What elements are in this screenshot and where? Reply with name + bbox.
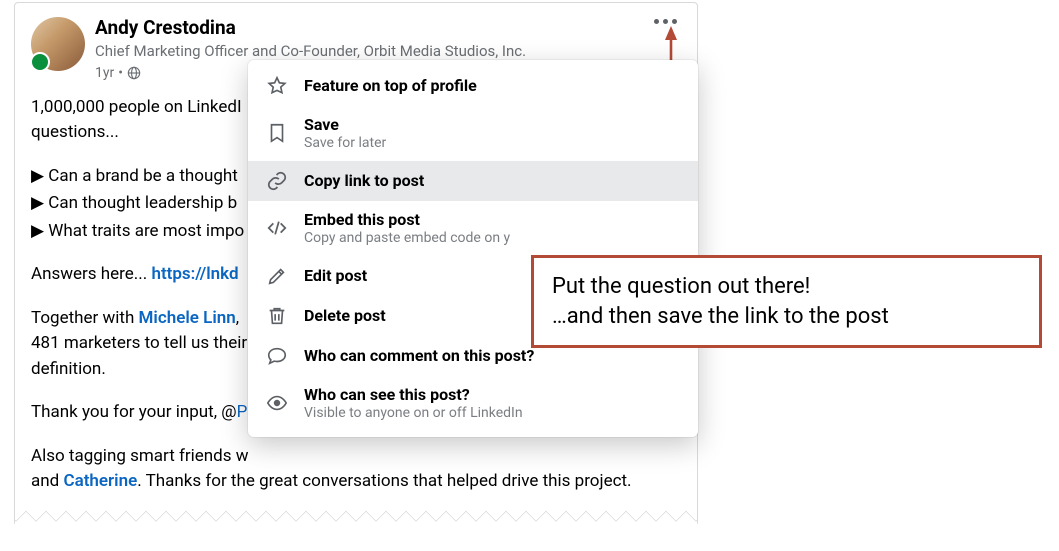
meta-sep: • [118,65,123,81]
body-text: Together with [31,308,139,328]
menu-save[interactable]: SaveSave for later [248,106,698,161]
body-text: . Thanks for the great conversations tha… [137,471,631,491]
body-text: and [31,471,63,491]
more-options-button[interactable] [648,13,683,30]
answers-link[interactable]: https://lnkd [151,264,238,284]
menu-who-see[interactable]: Who can see this post?Visible to anyone … [248,376,698,431]
author-name[interactable]: Andy Crestodina [95,17,681,40]
comment-icon [264,345,290,367]
menu-embed[interactable]: Embed this postCopy and paste embed code… [248,201,698,256]
post-age: 1yr [95,65,114,81]
pencil-icon [264,265,290,287]
body-text: questions... [31,122,119,142]
body-text: Answers here... [31,264,151,284]
trash-icon [264,305,290,327]
author-headline: Chief Marketing Officer and Co-Founder, … [95,42,681,61]
star-icon [264,75,290,97]
body-text: , [236,308,239,328]
body-text: Also tagging smart friends w [31,446,249,466]
body-text: 1,000,000 people on LinkedI [31,97,242,117]
eye-icon [264,392,290,414]
mention-link[interactable]: Catherine [63,471,137,491]
code-icon [264,217,290,239]
mention-link[interactable]: P [237,402,248,422]
body-text: Thank you for your input, @ [31,402,237,422]
link-icon [264,170,290,192]
callout-line2: …and then save the link to the post [552,302,1021,332]
avatar[interactable] [31,17,85,71]
mention-link[interactable]: Michele Linn [139,308,236,328]
annotation-callout: Put the question out there! …and then sa… [531,255,1042,348]
menu-copy-link[interactable]: Copy link to post [248,161,698,201]
callout-line1: Put the question out there! [552,272,1021,302]
bookmark-icon [264,122,290,144]
body-text: definition. [31,359,106,379]
globe-icon [127,66,141,80]
menu-feature[interactable]: Feature on top of profile [248,66,698,106]
body-text: 481 marketers to tell us their [31,333,247,353]
post-options-menu: Feature on top of profile SaveSave for l… [248,60,698,437]
torn-edge [15,506,697,526]
